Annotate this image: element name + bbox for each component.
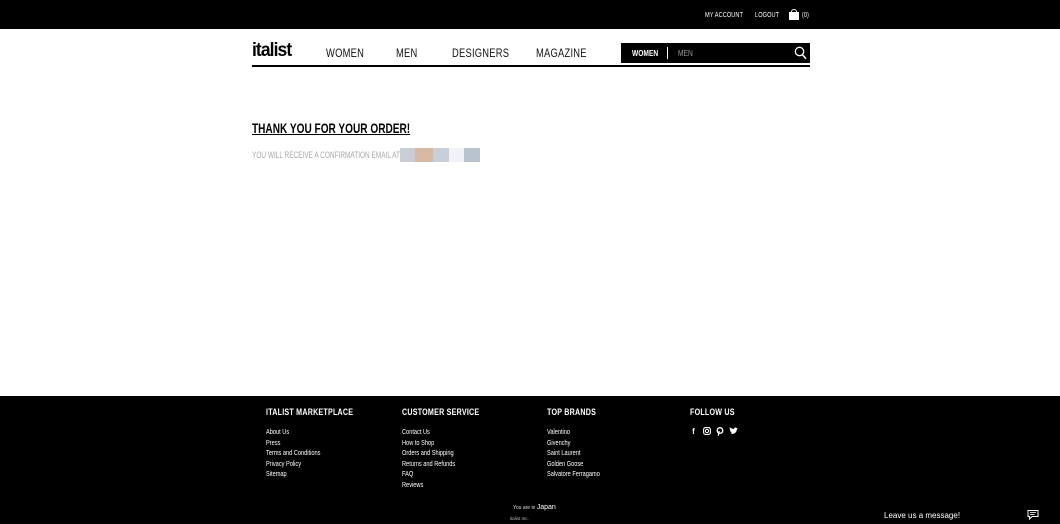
instagram-icon[interactable] — [703, 427, 711, 436]
confirmation-message: YOU WILL RECEIVE A CONFIRMATION EMAIL AT — [252, 150, 400, 160]
footer-link-givenchy[interactable]: Givenchy — [547, 438, 600, 449]
footer-link-terms[interactable]: Terms and Conditions — [266, 448, 353, 459]
footer-customer-service: CUSTOMER SERVICE Contact Us How to Shop … — [402, 407, 505, 491]
chat-icon[interactable] — [1027, 509, 1039, 520]
footer-link-saint-laurent[interactable]: Saint Laurent — [547, 448, 600, 459]
redacted-block — [464, 148, 480, 162]
redacted-block — [415, 148, 433, 162]
footer-link-contact-us[interactable]: Contact Us — [402, 427, 479, 438]
search-segment-women[interactable]: WOMEN — [632, 48, 658, 58]
search-divider — [667, 47, 668, 59]
footer-link-faq[interactable]: FAQ — [402, 469, 479, 480]
chat-message-label[interactable]: Leave us a message! — [884, 511, 960, 520]
footer-link-golden-goose[interactable]: Golden Goose — [547, 459, 600, 470]
facebook-icon[interactable]: f — [690, 427, 697, 436]
footer-link-reviews[interactable]: Reviews — [402, 480, 479, 491]
footer-link-valentino[interactable]: Valentino — [547, 427, 600, 438]
footer-link-about-us[interactable]: About Us — [266, 427, 353, 438]
logout-link[interactable]: LOGOUT — [755, 12, 779, 19]
location-prefix: You are in — [513, 505, 536, 511]
italist-logo[interactable]: italist — [252, 40, 292, 62]
nav-men[interactable]: MEN — [396, 46, 418, 60]
location-value[interactable]: Japan — [537, 504, 556, 511]
shopping-bag-icon[interactable] — [789, 9, 799, 20]
twitter-icon[interactable] — [729, 427, 738, 436]
search-segment-men[interactable]: MEN — [678, 48, 693, 58]
footer-follow-us: FOLLOW US f — [690, 407, 750, 436]
footer-link-returns-refunds[interactable]: Returns and Refunds — [402, 459, 479, 470]
redacted-email — [400, 148, 480, 162]
footer-link-sitemap[interactable]: Sitemap — [266, 469, 353, 480]
redacted-block — [400, 148, 415, 162]
page-title: THANK YOU FOR YOUR ORDER! — [252, 120, 411, 136]
footer-link-privacy[interactable]: Privacy Policy — [266, 459, 353, 470]
search-icon[interactable] — [794, 46, 807, 60]
cart-count[interactable]: (0) — [802, 12, 809, 19]
header-divider — [252, 65, 810, 67]
nav-women[interactable]: WOMEN — [326, 46, 364, 60]
company-name: italist Inc. — [510, 516, 529, 521]
redacted-block — [433, 148, 449, 162]
pinterest-icon[interactable] — [716, 427, 724, 436]
footer-link-orders-shipping[interactable]: Orders and Shipping — [402, 448, 479, 459]
footer-heading-marketplace: ITALIST MARKETPLACE — [266, 407, 354, 418]
nav-magazine[interactable]: MAGAZINE — [536, 46, 587, 60]
social-links: f — [690, 427, 750, 436]
my-account-link[interactable]: MY ACCOUNT — [705, 12, 743, 19]
footer-link-press[interactable]: Press — [266, 438, 353, 449]
location-indicator[interactable]: You are in Japan — [513, 504, 556, 511]
footer-heading-top-brands: TOP BRANDS — [547, 407, 597, 418]
top-bar: MY ACCOUNT LOGOUT (0) — [0, 0, 1060, 29]
footer-heading-follow-us: FOLLOW US — [690, 407, 735, 418]
redacted-block — [449, 148, 464, 162]
footer-marketplace: ITALIST MARKETPLACE About Us Press Terms… — [266, 407, 382, 480]
nav-designers[interactable]: DESIGNERS — [452, 46, 509, 60]
footer-heading-customer-service: CUSTOMER SERVICE — [402, 407, 480, 418]
footer-link-how-to-shop[interactable]: How to Shop — [402, 438, 479, 449]
footer-top-brands: TOP BRANDS Valentino Givenchy Saint Laur… — [547, 407, 617, 480]
footer-link-ferragamo[interactable]: Salvatore Ferragamo — [547, 469, 600, 480]
footer: ITALIST MARKETPLACE About Us Press Terms… — [0, 396, 1060, 524]
search-bar[interactable]: WOMEN MEN — [621, 43, 810, 63]
